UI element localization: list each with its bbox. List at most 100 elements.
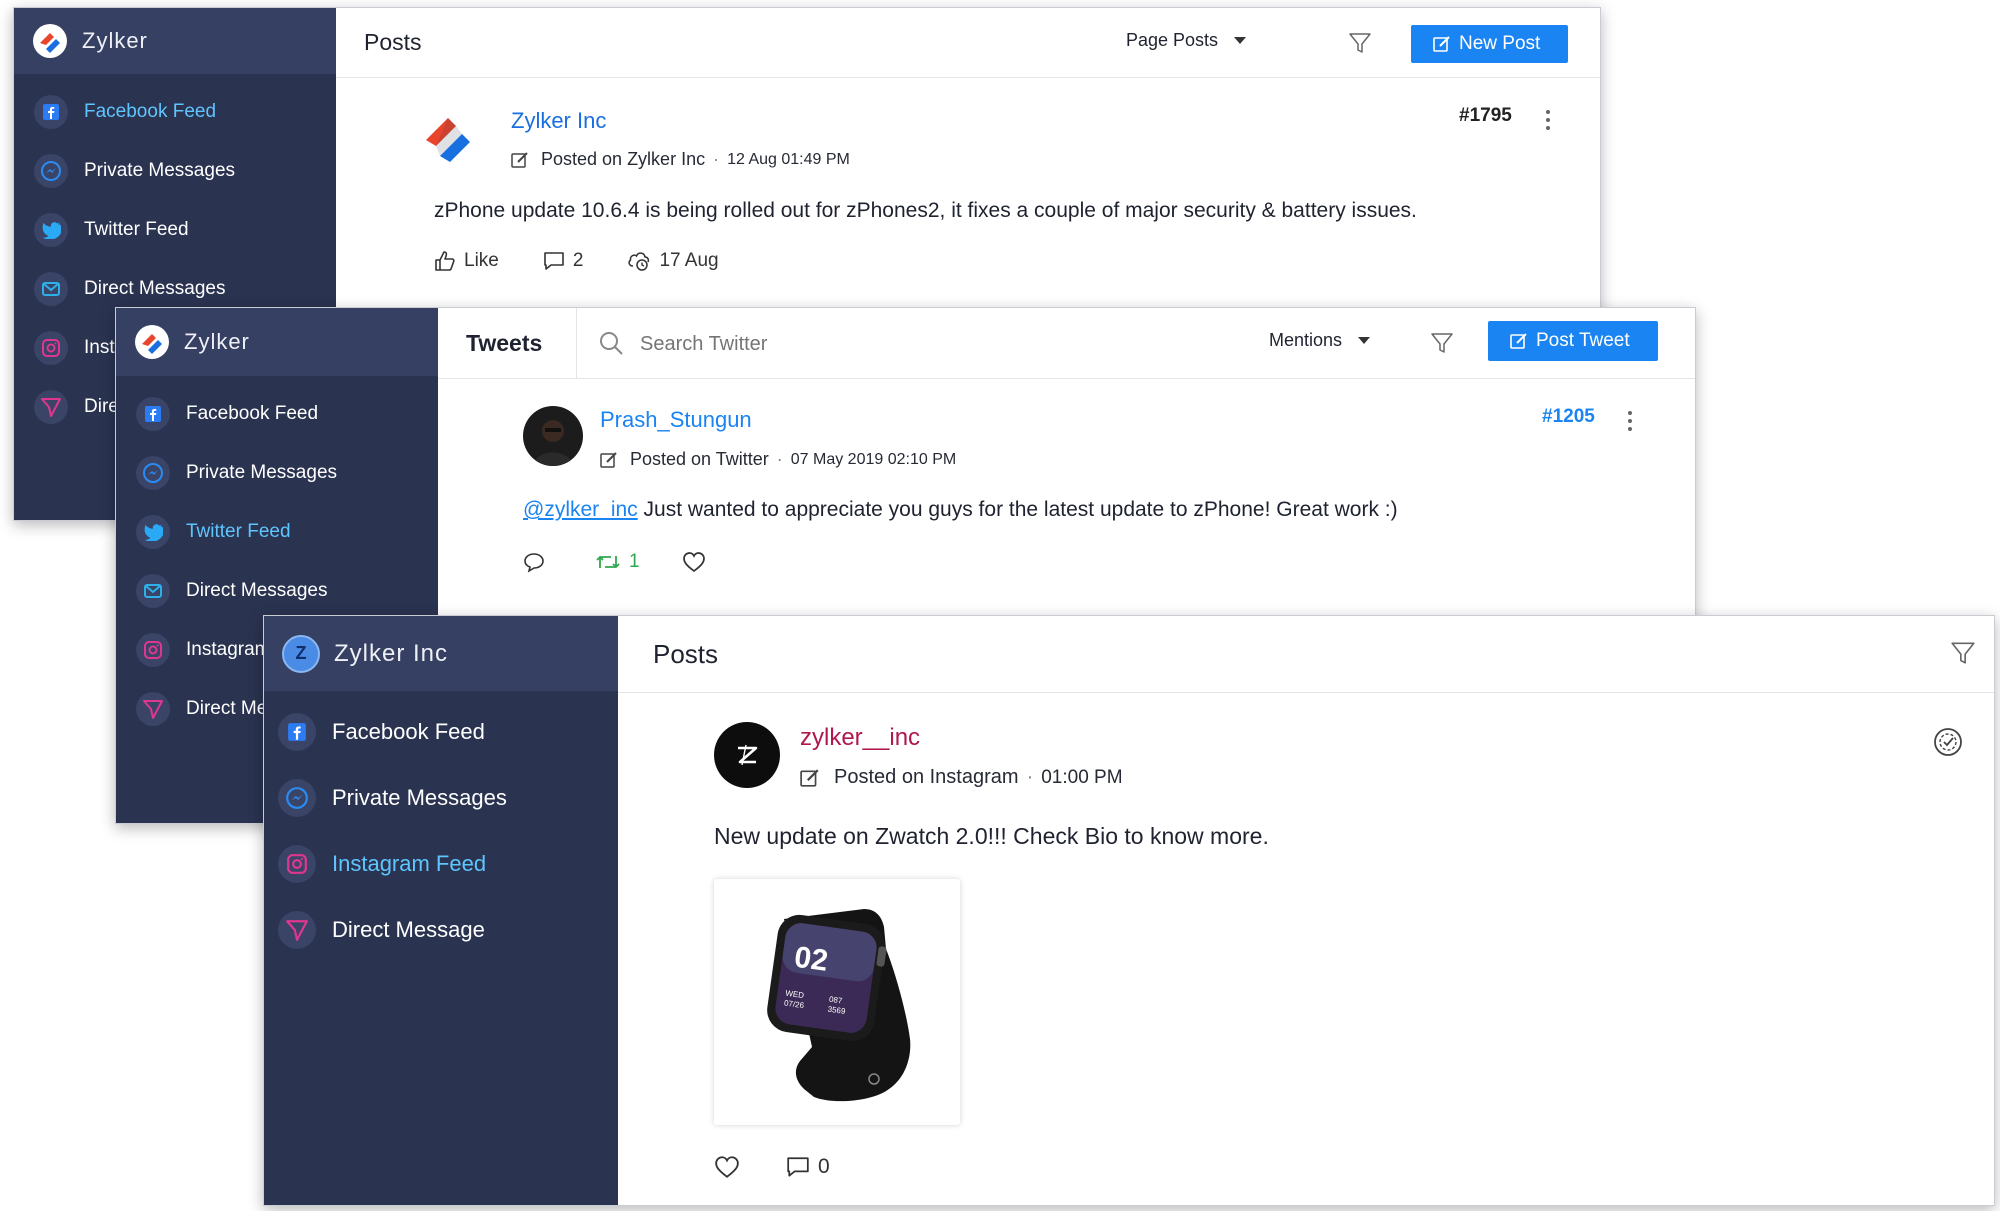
page-title: Tweets [466, 329, 543, 356]
sidebar-header: Zylker [14, 8, 336, 74]
sidebar-item-twitter-feed[interactable]: Twitter Feed [14, 200, 336, 259]
reply-button[interactable] [523, 551, 553, 573]
facebook-icon [278, 713, 316, 751]
edit-icon [511, 151, 528, 168]
sidebar-header: Zylker [116, 308, 438, 376]
instagram-icon [136, 632, 170, 667]
sidebar-item-direct-message[interactable]: Direct Message [264, 897, 618, 963]
posted-on: Posted on Twitter [630, 449, 769, 469]
tweet-author[interactable]: Prash_Stungun [600, 407, 752, 433]
avatar [523, 406, 583, 466]
avatar [714, 722, 780, 788]
like-button[interactable] [714, 1155, 748, 1179]
brand-name: Zylker [184, 329, 250, 354]
post-author[interactable]: zylker__inc [800, 724, 920, 752]
cloud-clock-icon [628, 252, 650, 271]
sidebar-item-instagram-feed[interactable]: Instagram Feed [264, 831, 618, 897]
sidebar-item-label: Private Messages [84, 159, 236, 181]
sidebar-header: Z Zylker Inc [264, 616, 618, 691]
sidebar-item-label: Dire [84, 395, 119, 417]
sidebar-item-facebook-feed[interactable]: Facebook Feed [264, 699, 618, 765]
filter-icon[interactable] [1430, 331, 1454, 355]
sidebar-item-facebook-feed[interactable]: Facebook Feed [14, 82, 336, 141]
twitter-icon [136, 514, 170, 549]
tweet-actions: 1 [523, 551, 758, 573]
avatar [418, 106, 482, 170]
zylker-z-logo-icon [738, 744, 758, 766]
twitter-icon [34, 212, 68, 247]
direct-send-icon [136, 691, 170, 726]
heart-icon [682, 552, 705, 573]
sidebar-item-twitter-feed[interactable]: Twitter Feed [116, 502, 438, 561]
sidebar-item-private-messages[interactable]: Private Messages [14, 141, 336, 200]
post-author[interactable]: Zylker Inc [511, 108, 606, 134]
brand-avatar: Z [282, 634, 320, 673]
more-options-icon[interactable] [1628, 411, 1632, 435]
post-text: zPhone update 10.6.4 is being rolled out… [434, 199, 1417, 222]
more-options-icon[interactable] [1546, 110, 1550, 134]
retweet-button[interactable]: 1 [595, 551, 640, 573]
post-time: 01:00 PM [1041, 766, 1123, 788]
tweet-body: Just wanted to appreciate you guys for t… [637, 498, 1398, 521]
like-label: Like [464, 250, 499, 271]
retweet-count: 1 [629, 551, 640, 572]
button-label: Post Tweet [1536, 330, 1630, 351]
page-title: Posts [653, 638, 719, 669]
comments-button[interactable]: 0 [786, 1155, 830, 1179]
posted-on: Posted on Zylker Inc [541, 149, 706, 169]
sidebar-item-label: Direct Me [186, 697, 268, 719]
divider [576, 308, 577, 378]
user-photo-icon [533, 420, 573, 466]
comment-count: 2 [572, 250, 584, 271]
filter-icon[interactable] [1950, 640, 1976, 666]
dropdown-label: Mentions [1269, 330, 1343, 350]
comment-count: 0 [818, 1155, 830, 1178]
sidebar-item-facebook-feed[interactable]: Facebook Feed [116, 384, 438, 443]
main-content: Posts zylker__inc Posted on Instagram · … [618, 616, 1994, 1205]
sidebar-item-label: Twitter Feed [186, 520, 291, 542]
schedule-badge-icon[interactable] [1932, 726, 1964, 758]
edit-icon [1510, 333, 1527, 349]
filter-icon[interactable] [1348, 31, 1372, 55]
sidebar-item-label: Facebook Feed [84, 100, 217, 122]
facebook-icon [34, 94, 68, 129]
search-input[interactable] [638, 326, 942, 362]
search-icon[interactable] [598, 330, 624, 356]
sidebar-item-label: Instagram [186, 638, 271, 660]
comment-icon [787, 1157, 809, 1177]
sidebar-item-label: Instagram Feed [332, 851, 487, 876]
facebook-icon [136, 396, 170, 431]
new-post-button[interactable]: New Post [1411, 25, 1568, 63]
top-bar: Tweets Mentions Post Tweet [438, 308, 1695, 379]
mentions-dropdown[interactable]: Mentions [1269, 330, 1371, 351]
sidebar-item-label: Direct Message [332, 917, 485, 942]
post-actions: Like 2 17 Aug [434, 250, 763, 272]
instagram-panel: Z Zylker Inc Facebook Feed Private Messa… [263, 615, 1995, 1206]
schedule-button[interactable]: 17 Aug [627, 250, 719, 272]
post-tweet-button[interactable]: Post Tweet [1488, 321, 1658, 361]
watch-stat1-text: 087 [828, 995, 843, 1006]
mention-link[interactable]: @zylker_inc [523, 498, 638, 521]
post-image[interactable]: 02 WED 07/26 087 3569 [714, 879, 960, 1125]
watch-time-text: 02 [792, 941, 830, 978]
like-button[interactable] [682, 551, 714, 573]
comments-button[interactable]: 2 [543, 250, 584, 272]
mail-icon [136, 573, 170, 608]
sidebar-item-private-messages[interactable]: Private Messages [264, 765, 618, 831]
heart-icon [715, 1156, 739, 1178]
post-id[interactable]: #1795 [1459, 105, 1512, 127]
page-title: Posts [364, 29, 422, 55]
sidebar-item-label: Private Messages [186, 461, 338, 483]
messenger-icon [136, 455, 170, 490]
tweet-id[interactable]: #1205 [1542, 406, 1595, 428]
sidebar-item-private-messages[interactable]: Private Messages [116, 443, 438, 502]
page-posts-dropdown[interactable]: Page Posts [1126, 30, 1247, 51]
tweet-meta: Posted on Twitter · 07 May 2019 02:10 PM [600, 449, 956, 470]
post-meta: Posted on Instagram · 01:00 PM [800, 766, 1123, 789]
like-button[interactable]: Like [434, 250, 499, 272]
sidebar-item-label: Twitter Feed [84, 218, 189, 240]
direct-send-icon [34, 389, 68, 424]
messenger-icon [278, 779, 316, 817]
tweet-text: @zylker_inc Just wanted to appreciate yo… [523, 498, 1398, 522]
sidebar-item-direct-messages[interactable]: Direct Messages [116, 561, 438, 620]
